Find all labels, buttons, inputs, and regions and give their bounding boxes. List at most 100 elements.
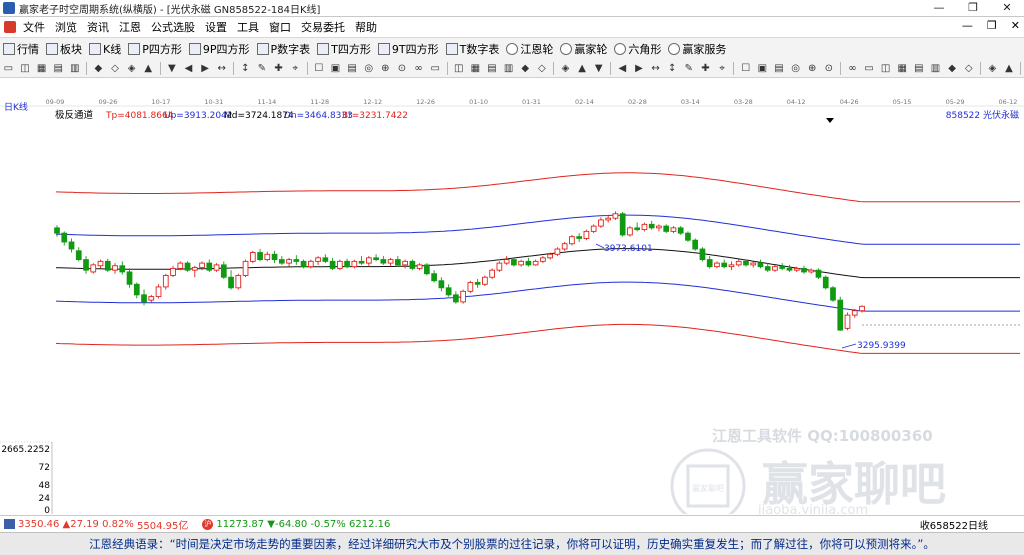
drawing-tool-icon[interactable]: ▭ xyxy=(2,61,16,75)
drawing-tool-icon[interactable]: ⊙ xyxy=(822,61,836,75)
child-minimize-icon[interactable]: — xyxy=(962,19,973,32)
child-restore-icon[interactable]: ❐ xyxy=(987,19,997,32)
toolbar-button-11[interactable]: 六角形 xyxy=(614,41,661,57)
drawing-tool-icon[interactable]: ↕ xyxy=(665,61,679,75)
candle-body-up xyxy=(808,269,815,273)
toolbar-button-8[interactable]: T数字表 xyxy=(445,41,499,57)
drawing-tool-icon[interactable]: ✚ xyxy=(699,61,713,75)
menu-item-file[interactable]: 文件 xyxy=(18,19,50,35)
drawing-tool-icon[interactable]: ◀ xyxy=(182,61,196,75)
candle-body-up xyxy=(859,305,865,312)
drawing-tool-icon[interactable]: ◈ xyxy=(986,61,1000,75)
drawing-tool-icon[interactable]: ▶ xyxy=(632,61,646,75)
menu-item-help[interactable]: 帮助 xyxy=(350,19,382,35)
drawing-tool-icon[interactable]: ▣ xyxy=(329,61,343,75)
kline-chart[interactable]: 09-09 09-26 10-17 10-31 11-14 11-28 12-12 12-26… xyxy=(0,78,1024,524)
drawing-tool-icon[interactable]: ▥ xyxy=(68,61,82,75)
minimize-icon[interactable]: — xyxy=(922,0,956,16)
drawing-tool-icon[interactable]: ▦ xyxy=(35,61,49,75)
drawing-tool-icon[interactable]: ▦ xyxy=(895,61,909,75)
menu-item-formula[interactable]: 公式选股 xyxy=(146,19,200,35)
drawing-tool-icon[interactable]: ↕ xyxy=(239,61,253,75)
drawing-tool-icon[interactable]: ▦ xyxy=(469,61,483,75)
toolbar-button-12[interactable]: 赢家服务 xyxy=(668,41,726,57)
drawing-tool-icon[interactable]: ∞ xyxy=(846,61,860,75)
drawing-tool-icon[interactable]: ◆ xyxy=(945,61,959,75)
candle xyxy=(772,264,778,272)
drawing-tool-icon[interactable]: ▥ xyxy=(929,61,943,75)
toolbar-button-3[interactable]: P四方形 xyxy=(128,41,182,57)
menu-item-window[interactable]: 窗口 xyxy=(264,19,296,35)
drawing-tool-icon[interactable]: ◀ xyxy=(616,61,630,75)
drawing-tool-icon[interactable]: ▥ xyxy=(502,61,516,75)
drawing-tool-icon[interactable]: ▼ xyxy=(592,61,606,75)
drawing-tool-icon[interactable]: ⊙ xyxy=(395,61,409,75)
sz-index-block[interactable]: 沪 11273.87 ▼-64.80 -0.57% 6212.16 xyxy=(202,518,390,530)
drawing-tool-icon[interactable]: ▲ xyxy=(141,61,155,75)
drawing-tool-icon[interactable]: ◈ xyxy=(125,61,139,75)
toolbar-button-2[interactable]: K线 xyxy=(89,41,121,57)
drawing-tool-icon[interactable]: ▲ xyxy=(1002,61,1016,75)
child-close-icon[interactable]: ✕ xyxy=(1011,19,1020,32)
drawing-tool-icon[interactable]: ▣ xyxy=(756,61,770,75)
menu-item-browse[interactable]: 浏览 xyxy=(50,19,82,35)
drawing-tool-icon[interactable]: ◫ xyxy=(879,61,893,75)
menu-item-settings[interactable]: 设置 xyxy=(200,19,232,35)
menu-item-gann[interactable]: 江恩 xyxy=(114,19,146,35)
toolbar-button-1[interactable]: 板块 xyxy=(46,41,82,57)
drawing-tool-icon[interactable]: ◎ xyxy=(789,61,803,75)
drawing-tool-icon[interactable]: ▤ xyxy=(772,61,786,75)
drawing-tool-icon[interactable]: ◇ xyxy=(108,61,122,75)
menu-item-info[interactable]: 资讯 xyxy=(82,19,114,35)
sh-index-block[interactable]: 3350.46 ▲27.19 0.82% 5504.95亿 xyxy=(4,517,188,532)
drawing-tool-icon[interactable]: ▶ xyxy=(198,61,212,75)
drawing-tool-icon[interactable]: ◆ xyxy=(92,61,106,75)
drawing-tool-icon[interactable]: ◈ xyxy=(559,61,573,75)
candle-body-up xyxy=(213,264,220,271)
drawing-tool-icon[interactable]: ∞ xyxy=(412,61,426,75)
menu-item-trade[interactable]: 交易委托 xyxy=(296,19,350,35)
candle xyxy=(119,261,126,275)
drawing-tool-icon[interactable]: ◇ xyxy=(962,61,976,75)
candle-body-up xyxy=(569,236,575,245)
drawing-tool-icon[interactable]: ⊕ xyxy=(805,61,819,75)
drawing-tool-icon[interactable]: ⌖ xyxy=(288,61,302,75)
drawing-tool-icon[interactable]: ✚ xyxy=(272,61,286,75)
drawing-tool-icon[interactable]: ☐ xyxy=(739,61,753,75)
drawing-tool-icon[interactable]: ◎ xyxy=(362,61,376,75)
drawing-tool-icon[interactable]: ▭ xyxy=(862,61,876,75)
drawing-tool-icon[interactable]: ▼ xyxy=(165,61,179,75)
toolbar-button-7[interactable]: 9T四方形 xyxy=(377,41,439,57)
drawing-tool-icon[interactable]: ✎ xyxy=(255,61,269,75)
close-icon[interactable]: ✕ xyxy=(990,0,1024,16)
dollar-icon xyxy=(668,42,681,55)
dropdown-marker-icon[interactable] xyxy=(826,118,834,123)
drawing-tool-icon[interactable]: ▲ xyxy=(575,61,589,75)
drawing-tool-icon[interactable]: ▤ xyxy=(912,61,926,75)
drawing-tool-icon[interactable]: ◫ xyxy=(18,61,32,75)
drawing-tool-icon[interactable]: ▤ xyxy=(485,61,499,75)
chart-area[interactable]: 09-09 09-26 10-17 10-31 11-14 11-28 12-12 12-26… xyxy=(0,78,1024,524)
toolbar-button-6[interactable]: T四方形 xyxy=(317,41,371,57)
drawing-tool-icon[interactable]: ⊕ xyxy=(379,61,393,75)
drawing-tool-icon[interactable]: ↔ xyxy=(649,61,663,75)
drawing-tool-icon[interactable]: ▭ xyxy=(428,61,442,75)
toolbar-button-4[interactable]: 9P四方形 xyxy=(188,41,250,57)
drawing-tool-icon[interactable]: ▤ xyxy=(345,61,359,75)
drawing-tool-icon[interactable]: ✎ xyxy=(682,61,696,75)
toolbar-button-0[interactable]: 行情 xyxy=(3,41,39,57)
drawing-tool-icon[interactable]: ⌖ xyxy=(715,61,729,75)
drawing-tool-icon[interactable]: ▤ xyxy=(51,61,65,75)
drawing-tool-icon[interactable]: ☐ xyxy=(312,61,326,75)
toolbar-button-9[interactable]: 江恩轮 xyxy=(506,41,553,57)
drawing-tool-icon[interactable]: ◇ xyxy=(535,61,549,75)
menu-item-tools[interactable]: 工具 xyxy=(232,19,264,35)
drawing-tool-icon[interactable]: ◫ xyxy=(452,61,466,75)
drawing-tool-icon[interactable]: ◆ xyxy=(518,61,532,75)
toolbar-button-10[interactable]: 赢家轮 xyxy=(560,41,607,57)
candle xyxy=(351,259,358,269)
toolbar-button-5[interactable]: P数字表 xyxy=(256,41,310,57)
candle xyxy=(786,264,793,272)
restore-icon[interactable]: ❐ xyxy=(956,0,990,16)
drawing-tool-icon[interactable]: ↔ xyxy=(215,61,229,75)
